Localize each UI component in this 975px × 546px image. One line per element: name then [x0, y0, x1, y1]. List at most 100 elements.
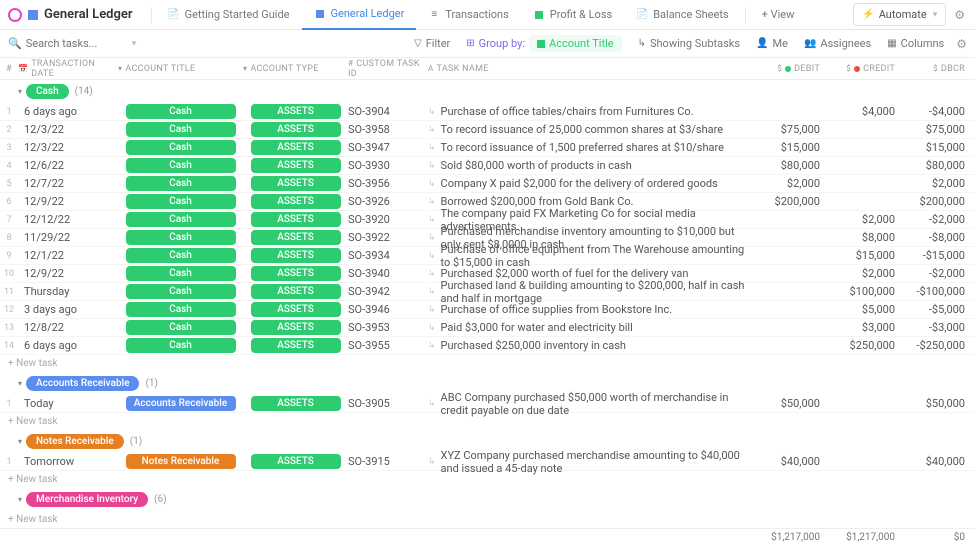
cell-account-type[interactable]: ASSETS — [243, 320, 348, 335]
cell-ctid[interactable]: SO-3920 — [348, 213, 428, 226]
cell-account-title[interactable]: Cash — [118, 122, 243, 137]
cell-date[interactable]: 11/29/22 — [18, 231, 118, 244]
tab-getting-started[interactable]: 📄Getting Started Guide — [156, 0, 302, 30]
cell-dbcr[interactable]: -$2,000 — [895, 267, 975, 280]
cell-account-title[interactable]: Cash — [118, 176, 243, 191]
tab-general-ledger[interactable]: General Ledger — [302, 0, 417, 30]
cell-account-type[interactable]: ASSETS — [243, 396, 348, 411]
cell-account-type[interactable]: ASSETS — [243, 284, 348, 299]
cell-credit[interactable]: $5,000 — [820, 303, 895, 316]
cell-account-type[interactable]: ASSETS — [243, 454, 348, 469]
table-row[interactable]: 123 days agoCashASSETSSO-3946↳Purchase o… — [0, 301, 975, 319]
cell-dbcr[interactable]: $75,000 — [895, 123, 975, 136]
cell-credit[interactable]: $15,000 — [820, 249, 895, 262]
cell-ctid[interactable]: SO-3953 — [348, 321, 428, 334]
columns-button[interactable]: ▦Columns — [879, 34, 952, 53]
cell-date[interactable]: 6 days ago — [18, 339, 118, 352]
group-header[interactable]: ▾Cash(14) — [0, 80, 975, 103]
tab-balance-sheets[interactable]: 📄Balance Sheets — [624, 0, 740, 30]
cell-account-title[interactable]: Cash — [118, 230, 243, 245]
filter-button[interactable]: ▽Filter — [406, 34, 458, 53]
table-row[interactable]: 16 days agoCashASSETSSO-3904↳Purchase of… — [0, 103, 975, 121]
cell-date[interactable]: 12/9/22 — [18, 267, 118, 280]
cell-dbcr[interactable]: -$8,000 — [895, 231, 975, 244]
cell-dbcr[interactable]: -$250,000 — [895, 339, 975, 352]
table-row[interactable]: 11ThursdayCashASSETSSO-3942↳Purchased la… — [0, 283, 975, 301]
cell-account-title[interactable]: Cash — [118, 194, 243, 209]
cell-dbcr[interactable]: -$15,000 — [895, 249, 975, 262]
tab-transactions[interactable]: ≡Transactions — [416, 0, 520, 30]
cell-credit[interactable]: $250,000 — [820, 339, 895, 352]
cell-debit[interactable]: $80,000 — [745, 159, 820, 172]
cell-account-title[interactable]: Cash — [118, 266, 243, 281]
group-pill[interactable]: Accounts Receivable — [26, 376, 139, 391]
cell-credit[interactable]: $4,000 — [820, 105, 895, 118]
cell-ctid[interactable]: SO-3930 — [348, 159, 428, 172]
cell-date[interactable]: Today — [18, 397, 118, 410]
cell-account-type[interactable]: ASSETS — [243, 230, 348, 245]
cell-debit[interactable]: $40,000 — [745, 455, 820, 468]
table-row[interactable]: 1TomorrowNotes ReceivableASSETSSO-3915↳X… — [0, 453, 975, 471]
cell-credit[interactable]: $8,000 — [820, 231, 895, 244]
cell-account-type[interactable]: ASSETS — [243, 302, 348, 317]
col-task-name[interactable]: ATASK NAME — [428, 64, 745, 74]
cell-account-title[interactable]: Cash — [118, 212, 243, 227]
cell-date[interactable]: 3 days ago — [18, 303, 118, 316]
cell-date[interactable]: 12/3/22 — [18, 123, 118, 136]
cell-ctid[interactable]: SO-3946 — [348, 303, 428, 316]
cell-ctid[interactable]: SO-3905 — [348, 397, 428, 410]
cell-dbcr[interactable]: $200,000 — [895, 195, 975, 208]
cell-ctid[interactable]: SO-3934 — [348, 249, 428, 262]
cell-account-title[interactable]: Cash — [118, 284, 243, 299]
col-dbcr[interactable]: $DBCR — [895, 64, 975, 74]
cell-account-type[interactable]: ASSETS — [243, 338, 348, 353]
cell-task[interactable]: ↳Purchased $250,000 inventory in cash — [428, 339, 745, 352]
group-pill[interactable]: Merchandise Inventory — [26, 492, 148, 507]
cell-dbcr[interactable]: $15,000 — [895, 141, 975, 154]
cell-ctid[interactable]: SO-3942 — [348, 285, 428, 298]
table-row[interactable]: 412/6/22CashASSETSSO-3930↳Sold $80,000 w… — [0, 157, 975, 175]
cell-account-type[interactable]: ASSETS — [243, 176, 348, 191]
subtasks-button[interactable]: ↳Showing Subtasks — [630, 34, 748, 53]
cell-account-type[interactable]: ASSETS — [243, 122, 348, 137]
cell-credit[interactable]: $2,000 — [820, 267, 895, 280]
cell-date[interactable]: Tomorrow — [18, 455, 118, 468]
cell-account-type[interactable]: ASSETS — [243, 194, 348, 209]
cell-account-type[interactable]: ASSETS — [243, 266, 348, 281]
cell-date[interactable]: 12/8/22 — [18, 321, 118, 334]
col-account-type[interactable]: ▾ACCOUNT TYPE — [243, 64, 348, 74]
cell-debit[interactable]: $2,000 — [745, 177, 820, 190]
cell-ctid[interactable]: SO-3926 — [348, 195, 428, 208]
cell-debit[interactable]: $15,000 — [745, 141, 820, 154]
cell-dbcr[interactable]: -$4,000 — [895, 105, 975, 118]
me-button[interactable]: 👤Me — [748, 34, 796, 53]
cell-ctid[interactable]: SO-3947 — [348, 141, 428, 154]
cell-dbcr[interactable]: -$2,000 — [895, 213, 975, 226]
groupby-button[interactable]: ⊞Group by:Account Title — [458, 32, 629, 55]
table-row[interactable]: 512/7/22CashASSETSSO-3956↳Company X paid… — [0, 175, 975, 193]
cell-task[interactable]: ↳XYZ Company purchased merchandise amoun… — [428, 449, 745, 475]
cell-account-title[interactable]: Cash — [118, 320, 243, 335]
new-task-button[interactable]: + New task — [0, 511, 975, 528]
cell-task[interactable]: ↳To record issuance of 25,000 common sha… — [428, 123, 745, 136]
cell-ctid[interactable]: SO-3922 — [348, 231, 428, 244]
col-credit[interactable]: $CREDIT — [820, 64, 895, 74]
cell-date[interactable]: 12/12/22 — [18, 213, 118, 226]
cell-ctid[interactable]: SO-3915 — [348, 455, 428, 468]
col-debit[interactable]: $DEBIT — [745, 64, 820, 74]
cell-date[interactable]: Thursday — [18, 285, 118, 298]
settings-icon[interactable]: ⚙ — [954, 8, 965, 22]
cell-account-title[interactable]: Cash — [118, 140, 243, 155]
new-task-button[interactable]: + New task — [0, 355, 975, 372]
cell-task[interactable]: ↳ABC Company purchased $50,000 worth of … — [428, 391, 745, 417]
table-row[interactable]: 212/3/22CashASSETSSO-3958↳To record issu… — [0, 121, 975, 139]
group-pill[interactable]: Cash — [26, 84, 69, 99]
cell-date[interactable]: 12/9/22 — [18, 195, 118, 208]
table-row[interactable]: 912/1/22CashASSETSSO-3934↳Purchase of of… — [0, 247, 975, 265]
cell-task[interactable]: ↳Paid $3,000 for water and electricity b… — [428, 321, 745, 334]
automate-button[interactable]: ⚡Automate▾ — [853, 3, 946, 26]
col-custom-task-id[interactable]: #CUSTOM TASK ID — [348, 59, 428, 79]
cell-credit[interactable]: $100,000 — [820, 285, 895, 298]
cell-date[interactable]: 12/6/22 — [18, 159, 118, 172]
cell-ctid[interactable]: SO-3904 — [348, 105, 428, 118]
